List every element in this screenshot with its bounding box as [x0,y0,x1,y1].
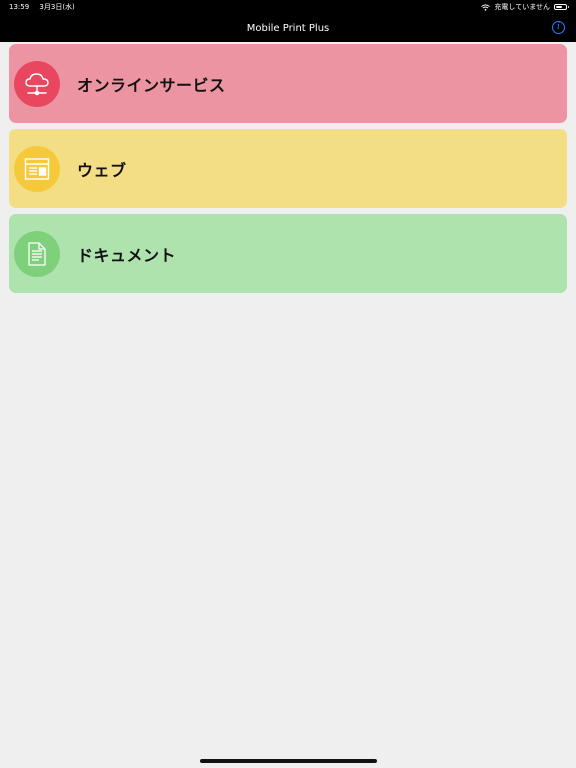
document-icon [14,230,60,277]
menu-list: オンラインサービス ウェブ ドキュメント [9,44,567,299]
page-title: Mobile Print Plus [246,22,330,34]
nav-bar: Mobile Print Plus i [0,14,576,42]
menu-item-document[interactable]: ドキュメント [9,214,567,293]
menu-item-label: ドキュメント [77,245,177,265]
menu-item-label: オンラインサービス [77,75,226,95]
cloud-network-icon [14,60,60,107]
home-indicator[interactable] [200,759,377,763]
info-button[interactable]: i [552,21,565,34]
charging-status: 充電していません [494,3,550,11]
web-page-icon [14,145,60,192]
status-date: 3月3日(水) [39,3,75,11]
menu-item-web[interactable]: ウェブ [9,129,567,208]
status-time: 13:59 [9,3,30,11]
status-bar: 13:59 3月3日(水) 充電していません [0,0,576,14]
wifi-icon [481,3,491,11]
battery-icon [554,4,569,10]
menu-item-online-service[interactable]: オンラインサービス [9,44,567,123]
status-left: 13:59 3月3日(水) [9,2,83,12]
status-right: 充電していません [481,2,569,12]
menu-item-label: ウェブ [77,160,127,180]
info-icon: i [557,22,560,32]
